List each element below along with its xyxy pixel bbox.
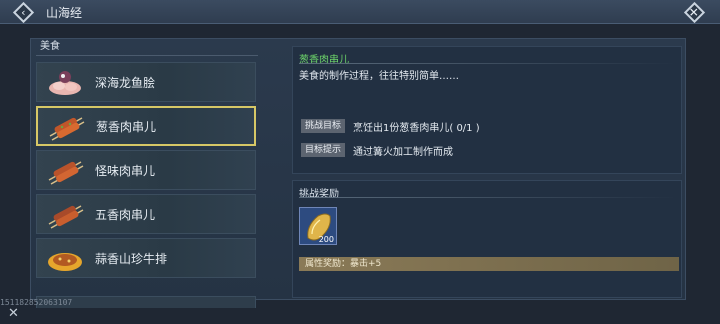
fish-sashimi-icon	[43, 65, 87, 99]
goal-tag: 挑战目标	[301, 119, 346, 133]
meat-skewer-icon	[43, 197, 87, 231]
food-item-congxiang-rouchuaner[interactable]: 葱香肉串儿	[36, 106, 256, 146]
close-button[interactable]: ✕	[682, 1, 706, 23]
divider	[299, 63, 677, 64]
food-item-guaiwei-rouchuaner[interactable]: 怪味肉串儿	[36, 150, 256, 190]
meat-skewer-icon	[43, 153, 87, 187]
food-item-suanxiang-shanzhen-niupai[interactable]: 蒜香山珍牛排	[36, 238, 256, 278]
food-item-label: 葱香肉串儿	[96, 119, 157, 134]
attribute-reward-bar: 属性奖励：暴击+5	[299, 257, 679, 271]
steak-icon	[43, 241, 87, 275]
food-item-label: 五香肉串儿	[95, 207, 156, 222]
reward-count: 200	[318, 235, 334, 244]
close-icon: ✕	[688, 5, 700, 19]
food-item-label: 蒜香山珍牛排	[95, 251, 168, 266]
detail-panel: 葱香肉串儿 美食的制作过程，往往特别简单…… 挑战目标 烹饪出1份葱香肉串儿( …	[292, 46, 682, 174]
hint-tag: 目标提示	[301, 143, 346, 157]
meat-skewer-icon	[44, 109, 88, 143]
bottom-close-icon[interactable]: ✕	[8, 306, 19, 321]
reward-panel: 挑战奖励 200 属性奖励：暴击+5	[292, 180, 682, 298]
food-list[interactable]: 深海龙鱼脍 葱香肉串儿 怪味肉串儿 五香肉串儿 蒜香山珍牛排	[36, 62, 258, 282]
divider	[299, 197, 677, 198]
page-title: 山海经	[46, 6, 83, 20]
detail-description: 美食的制作过程，往往特别简单……	[299, 71, 459, 82]
top-bar: ‹ 山海经 ✕	[0, 0, 720, 24]
food-list-panel: 美食 深海龙鱼脍 葱香肉串儿 怪味肉串儿 五香肉串儿 蒜香山珍牛排	[36, 40, 258, 308]
food-item-label: 深海龙鱼脍	[95, 75, 156, 90]
food-item-wuxiang-rouchuaner[interactable]: 五香肉串儿	[36, 194, 256, 234]
back-arrow-icon: ‹	[20, 5, 26, 19]
back-button[interactable]: ‹	[8, 1, 38, 23]
reward-item-slot[interactable]: 200	[299, 207, 337, 245]
food-item-label: 怪味肉串儿	[95, 163, 156, 178]
food-item-shenhai-longyukuai[interactable]: 深海龙鱼脍	[36, 62, 256, 102]
category-header: 美食	[36, 40, 258, 56]
goal-text: 烹饪出1份葱香肉串儿( 0/1 )	[353, 123, 480, 134]
hint-text: 通过篝火加工制作而成	[353, 147, 453, 158]
